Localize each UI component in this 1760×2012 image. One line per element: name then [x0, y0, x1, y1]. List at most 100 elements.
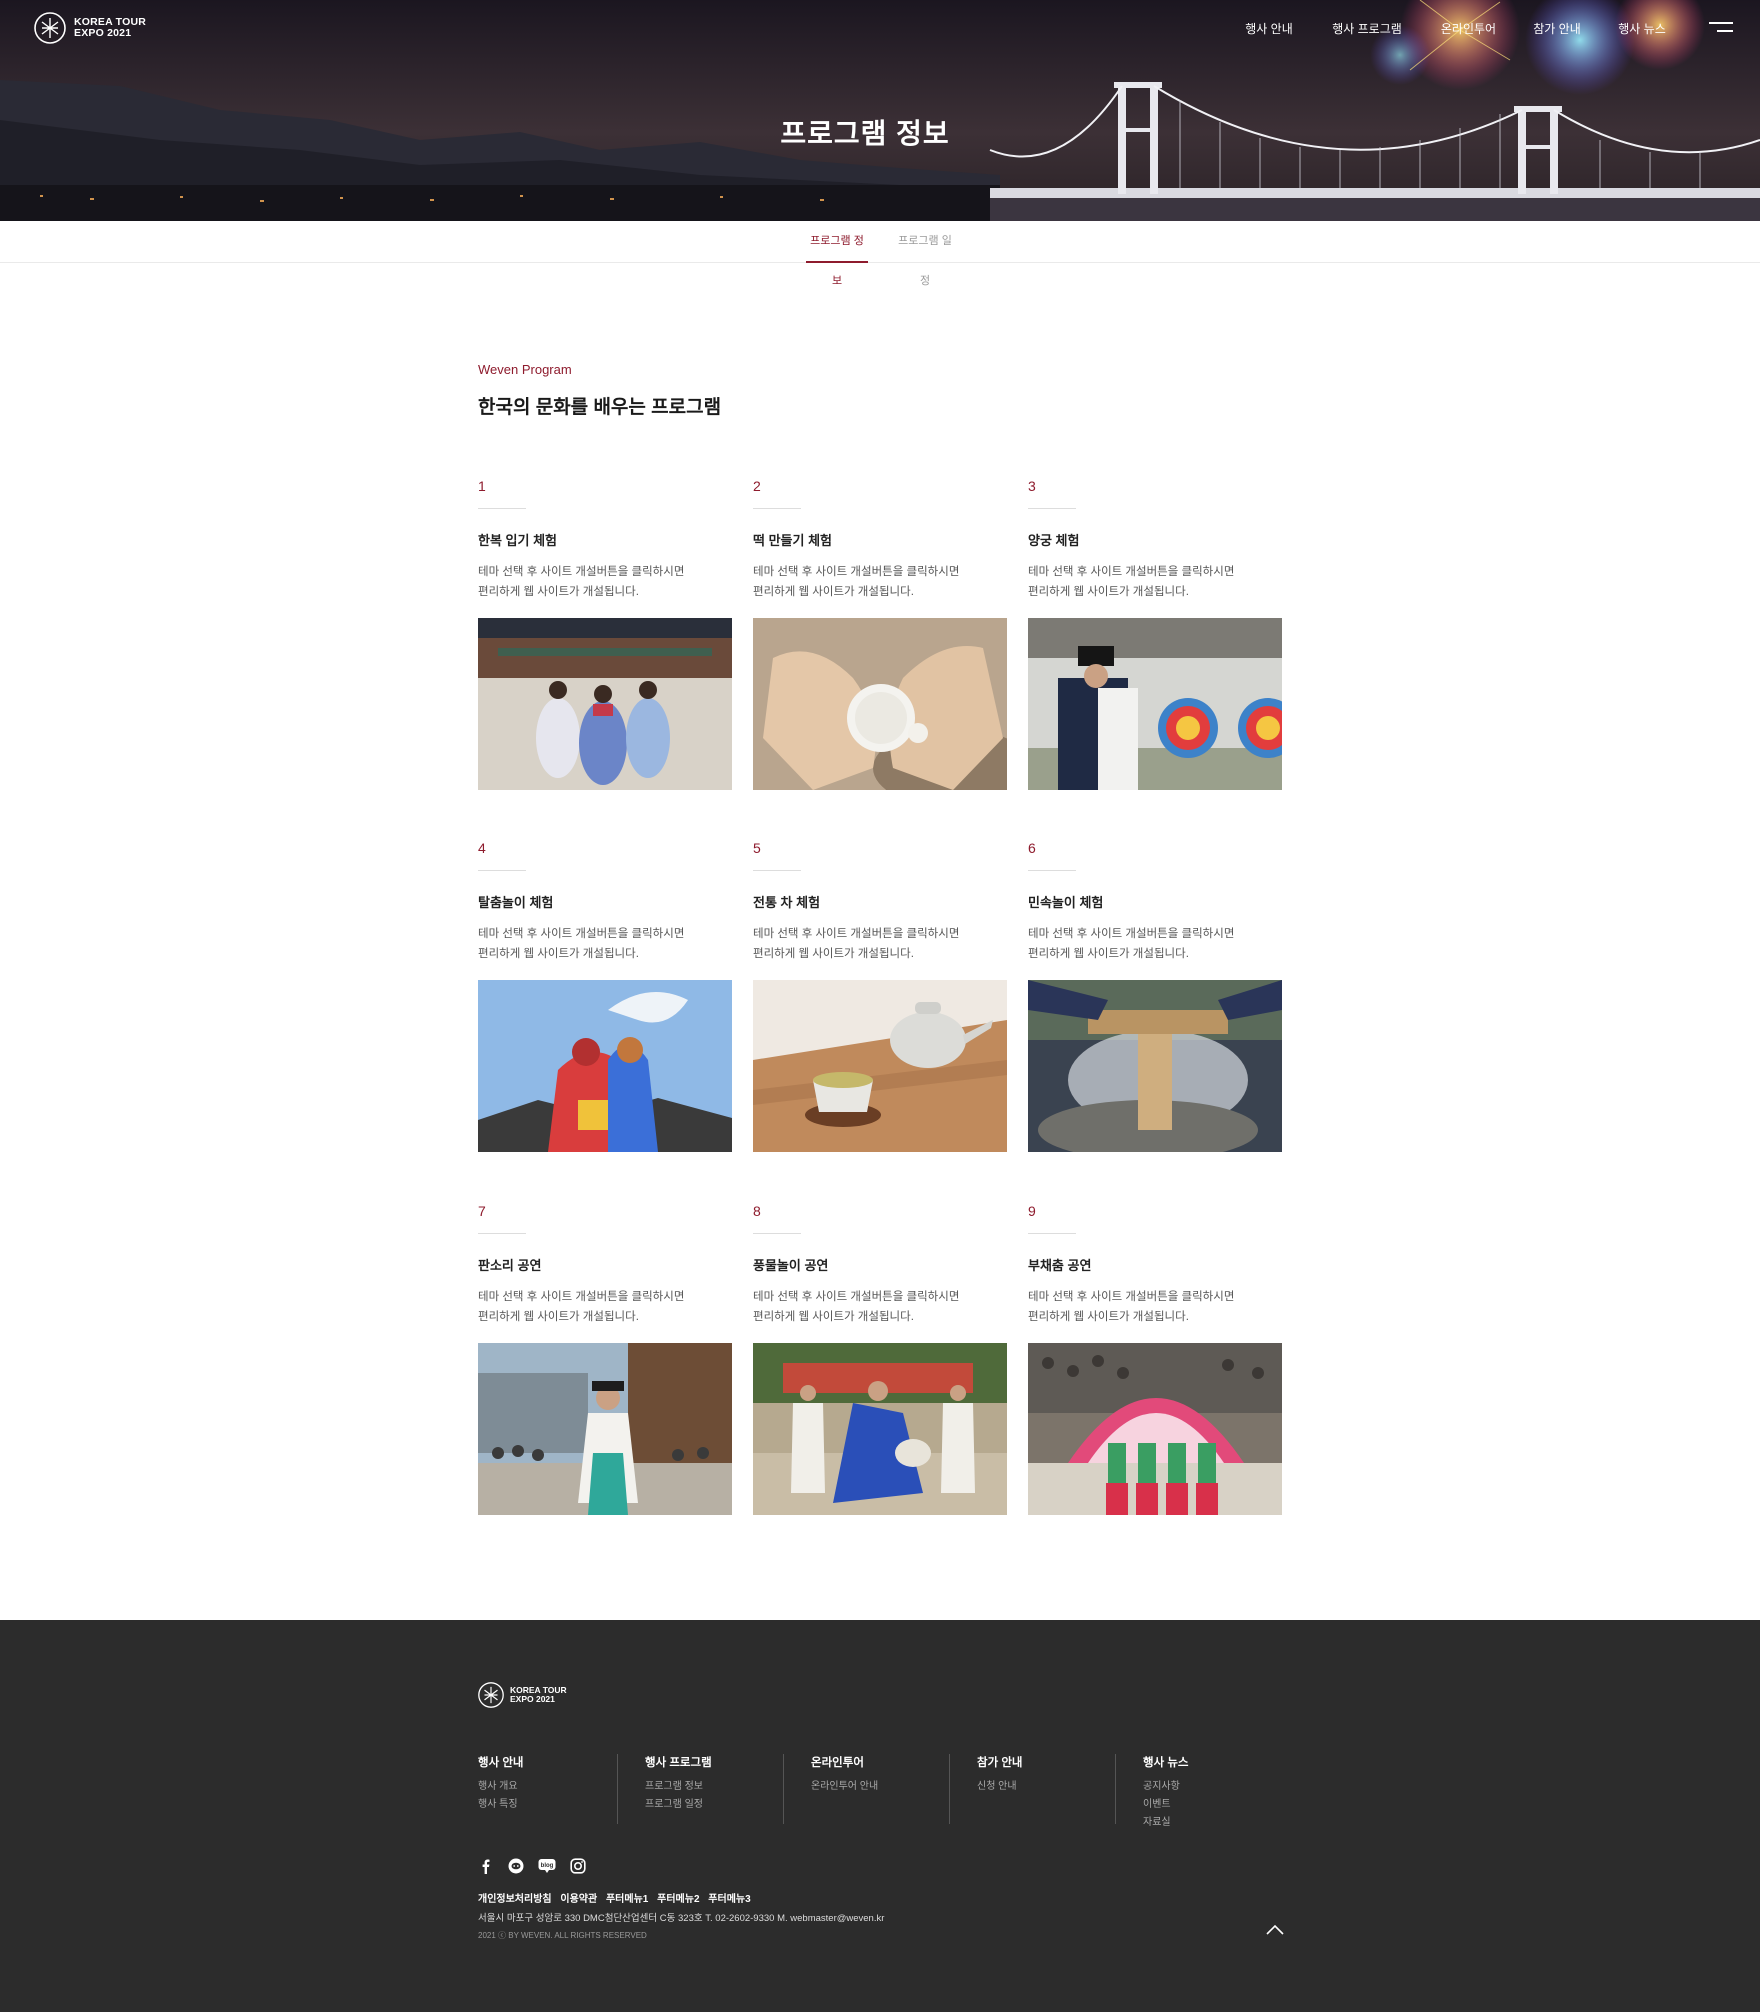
terms-link[interactable]: 이용약관 [560, 1894, 597, 1905]
program-number: 1 [478, 478, 486, 494]
program-number: 2 [753, 478, 761, 494]
nav-item-event-info[interactable]: 행사 안내 [1245, 20, 1293, 37]
section-title: 한국의 문화를 배우는 프로그램 [478, 397, 722, 418]
program-desc-line1: 테마 선택 후 사이트 개설버튼을 클릭하시면 [478, 928, 685, 940]
program-photo-rice-cake [753, 618, 1007, 790]
program-desc-line1: 테마 선택 후 사이트 개설버튼을 클릭하시면 [1028, 566, 1235, 578]
program-number: 4 [478, 840, 486, 856]
site-logo[interactable]: KOREA TOUR EXPO 2021 [34, 12, 146, 44]
footer-heading[interactable]: 참가 안내 [977, 1754, 1023, 1770]
divider [478, 870, 526, 871]
program-desc-line1: 테마 선택 후 사이트 개설버튼을 클릭하시면 [753, 928, 960, 940]
program-title: 한복 입기 체험 [478, 533, 557, 548]
footer-heading[interactable]: 온라인투어 [811, 1754, 878, 1770]
blog-icon[interactable]: blog [538, 1858, 556, 1874]
program-title: 판소리 공연 [478, 1258, 542, 1273]
program-number: 6 [1028, 840, 1036, 856]
program-desc-line1: 테마 선택 후 사이트 개설버튼을 클릭하시면 [1028, 1291, 1235, 1303]
footer-link[interactable]: 프로그램 일정 [645, 1796, 712, 1814]
program-description: 테마 선택 후 사이트 개설버튼을 클릭하시면 편리하게 웹 사이트가 개설됩니… [478, 562, 684, 602]
footer-divider [949, 1754, 950, 1824]
page-title: 프로그램 정보 [780, 118, 950, 149]
program-description: 테마 선택 후 사이트 개설버튼을 클릭하시면 편리하게 웹 사이트가 개설됩니… [1028, 1287, 1234, 1327]
program-desc-line1: 테마 선택 후 사이트 개설버튼을 클릭하시면 [478, 1291, 685, 1303]
facebook-icon[interactable] [478, 1858, 494, 1874]
divider [478, 1233, 526, 1234]
program-number: 3 [1028, 478, 1036, 494]
divider [1028, 1233, 1076, 1234]
program-desc-line2: 편리하게 웹 사이트가 개설됩니다. [1028, 586, 1189, 598]
site-footer: KOREA TOUR EXPO 2021 행사 안내 행사 개요 행사 특징 행… [0, 1620, 1760, 2012]
sub-tabs: 프로그램 정보 프로그램 일정 [0, 221, 1760, 287]
footer-menu-3-link[interactable]: 푸터메뉴3 [708, 1894, 750, 1905]
program-description: 테마 선택 후 사이트 개설버튼을 클릭하시면 편리하게 웹 사이트가 개설됩니… [478, 1287, 684, 1327]
footer-column-participation: 참가 안내 신청 안내 [977, 1754, 1023, 1824]
program-photo-folk-game [1028, 980, 1282, 1152]
instagram-icon[interactable] [570, 1858, 586, 1874]
program-title: 민속놀이 체험 [1028, 895, 1104, 910]
copyright: 2021 ⓒ BY WEVEN. ALL RIGHTS RESERVED [478, 1931, 647, 1940]
kakao-icon[interactable] [508, 1858, 524, 1874]
footer-column-event-info: 행사 안내 행사 개요 행사 특징 [478, 1754, 524, 1824]
footer-policy-links: 개인정보처리방침 이용약관 푸터메뉴1 푸터메뉴2 푸터메뉴3 [478, 1890, 757, 1905]
program-number: 7 [478, 1203, 486, 1219]
divider [1028, 508, 1076, 509]
footer-menu-2-link[interactable]: 푸터메뉴2 [657, 1894, 699, 1905]
logo-emblem-icon [34, 12, 66, 44]
tab-program-schedule[interactable]: 프로그램 일정 [894, 221, 956, 287]
divider [478, 508, 526, 509]
program-title: 전통 차 체험 [753, 895, 821, 910]
nav-item-news[interactable]: 행사 뉴스 [1618, 20, 1666, 37]
hero-header: KOREA TOUR EXPO 2021 행사 안내 행사 프로그램 온라인투어… [0, 0, 1760, 221]
program-title: 풍물놀이 공연 [753, 1258, 829, 1273]
program-title: 떡 만들기 체험 [753, 533, 832, 548]
main-nav: 행사 안내 행사 프로그램 온라인투어 참가 안내 행사 뉴스 [1245, 20, 1666, 37]
footer-menu-1-link[interactable]: 푸터메뉴1 [606, 1894, 648, 1905]
footer-link[interactable]: 신청 안내 [977, 1778, 1023, 1796]
footer-column-online-tour: 온라인투어 온라인투어 안내 [811, 1754, 878, 1824]
section-eyebrow: Weven Program [478, 362, 572, 377]
footer-heading[interactable]: 행사 안내 [478, 1754, 524, 1770]
footer-column-news: 행사 뉴스 공지사항 이벤트 자료실 [1143, 1754, 1189, 1828]
tab-program-info[interactable]: 프로그램 정보 [806, 221, 868, 287]
social-links: blog [478, 1858, 586, 1874]
program-photo-mask-dance [478, 980, 732, 1152]
program-desc-line1: 테마 선택 후 사이트 개설버튼을 클릭하시면 [478, 566, 685, 578]
footer-logo-line2: EXPO 2021 [510, 1694, 555, 1704]
program-photo-tea [753, 980, 1007, 1152]
footer-link[interactable]: 이벤트 [1143, 1796, 1189, 1814]
nav-item-online-tour[interactable]: 온라인투어 [1440, 20, 1497, 37]
footer-link[interactable]: 행사 개요 [478, 1778, 524, 1796]
company-address: 서울시 마포구 성암로 330 DMC첨단산업센터 C동 323호 T. 02-… [478, 1913, 885, 1924]
program-photo-pungmul [753, 1343, 1007, 1515]
program-title: 양궁 체험 [1028, 533, 1080, 548]
footer-link[interactable]: 공지사항 [1143, 1778, 1189, 1796]
program-desc-line2: 편리하게 웹 사이트가 개설됩니다. [1028, 948, 1189, 960]
program-photo-hanbok [478, 618, 732, 790]
privacy-policy-link[interactable]: 개인정보처리방침 [478, 1894, 552, 1905]
nav-item-event-program[interactable]: 행사 프로그램 [1332, 20, 1402, 37]
program-number: 5 [753, 840, 761, 856]
program-number: 8 [753, 1203, 761, 1219]
program-description: 테마 선택 후 사이트 개설버튼을 클릭하시면 편리하게 웹 사이트가 개설됩니… [753, 924, 959, 964]
program-desc-line2: 편리하게 웹 사이트가 개설됩니다. [753, 948, 914, 960]
footer-heading[interactable]: 행사 뉴스 [1143, 1754, 1189, 1770]
footer-heading[interactable]: 행사 프로그램 [645, 1754, 712, 1770]
program-desc-line2: 편리하게 웹 사이트가 개설됩니다. [753, 1311, 914, 1323]
program-description: 테마 선택 후 사이트 개설버튼을 클릭하시면 편리하게 웹 사이트가 개설됩니… [753, 1287, 959, 1327]
footer-link[interactable]: 자료실 [1143, 1814, 1189, 1832]
nav-item-participation[interactable]: 참가 안내 [1533, 20, 1581, 37]
footer-link[interactable]: 프로그램 정보 [645, 1778, 712, 1796]
program-title: 탈춤놀이 체험 [478, 895, 554, 910]
logo-emblem-icon [478, 1682, 504, 1708]
footer-logo[interactable]: KOREA TOUR EXPO 2021 [478, 1682, 567, 1708]
program-description: 테마 선택 후 사이트 개설버튼을 클릭하시면 편리하게 웹 사이트가 개설됩니… [1028, 562, 1234, 602]
hamburger-menu-icon[interactable] [1707, 22, 1733, 36]
footer-link[interactable]: 온라인투어 안내 [811, 1778, 878, 1796]
scroll-to-top-icon[interactable] [1265, 1923, 1285, 1937]
logo-text-line2: EXPO 2021 [74, 27, 132, 39]
program-desc-line2: 편리하게 웹 사이트가 개설됩니다. [478, 1311, 639, 1323]
program-desc-line2: 편리하게 웹 사이트가 개설됩니다. [478, 586, 639, 598]
program-desc-line2: 편리하게 웹 사이트가 개설됩니다. [1028, 1311, 1189, 1323]
footer-link[interactable]: 행사 특징 [478, 1796, 524, 1814]
